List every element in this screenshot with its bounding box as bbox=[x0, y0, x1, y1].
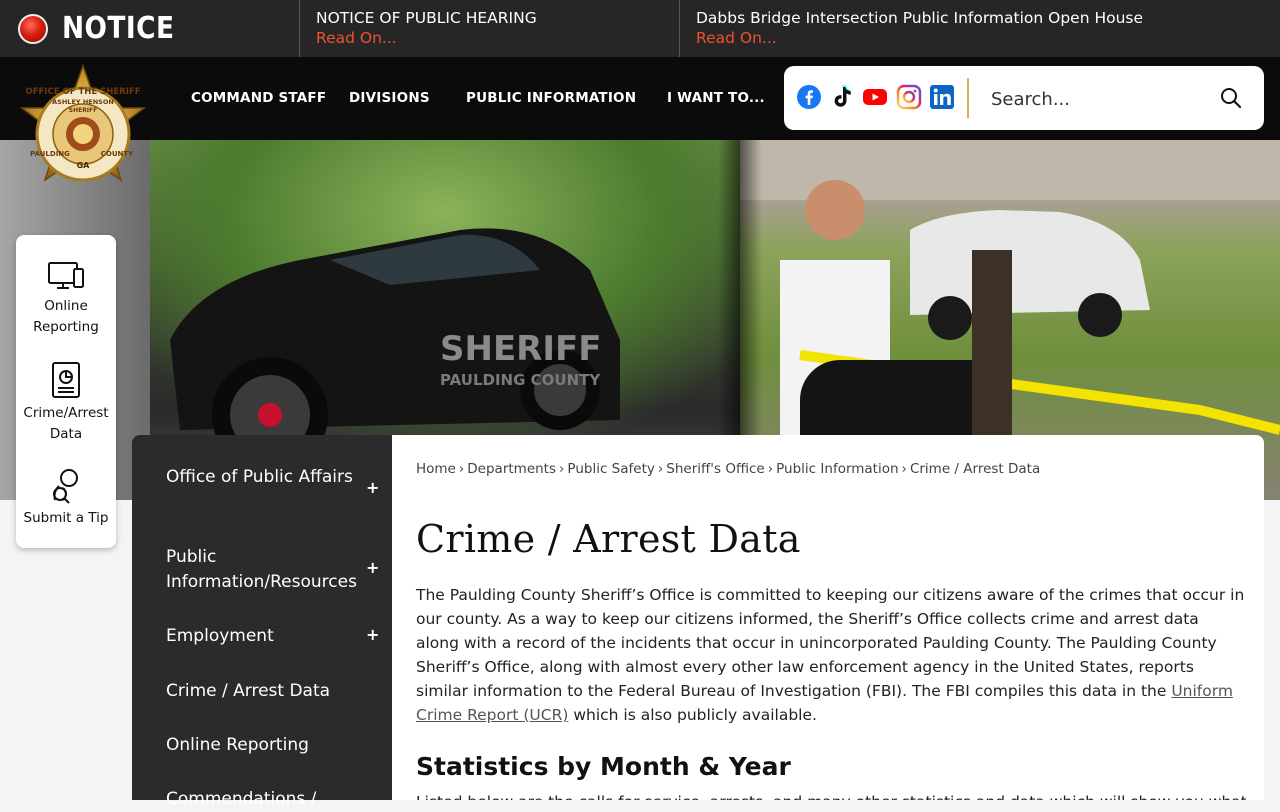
logo-left-text: PAULDING bbox=[30, 150, 70, 158]
statistics-heading: Statistics by Month & Year bbox=[416, 752, 791, 781]
logo-state-text: GA bbox=[77, 161, 91, 170]
breadcrumb-separator: › bbox=[458, 461, 465, 477]
sidenav-item-public-information-resources[interactable]: Public Information/Resources bbox=[166, 545, 366, 595]
quick-link-crime-arrest-data[interactable]: Crime/Arrest Data bbox=[16, 361, 116, 445]
page-title: Crime / Arrest Data bbox=[416, 517, 801, 561]
nav-public-information[interactable]: PUBLIC INFORMATION bbox=[466, 90, 636, 106]
instagram-icon[interactable] bbox=[896, 84, 922, 110]
sidenav-item-employment[interactable]: Employment bbox=[166, 624, 366, 649]
quick-link-submit-tip[interactable]: Submit a Tip bbox=[16, 466, 116, 529]
car-county-text: PAULDING COUNTY bbox=[440, 371, 601, 389]
search-panel bbox=[784, 66, 1264, 130]
side-navigation: Office of Public Affairs + Public Inform… bbox=[132, 435, 392, 809]
logo-right-text: COUNTY bbox=[101, 150, 134, 158]
sidenav-item-office-of-public-affairs[interactable]: Office of Public Affairs bbox=[166, 465, 366, 490]
logo-title-text: SHERIFF bbox=[69, 107, 98, 114]
notice-title: NOTICE bbox=[62, 11, 175, 46]
notice-item-title[interactable]: Dabbs Bridge Intersection Public Informa… bbox=[696, 8, 1280, 28]
expand-plus-icon[interactable]: + bbox=[366, 625, 379, 644]
quick-link-label[interactable]: Submit a Tip bbox=[16, 508, 116, 529]
site-header: COMMAND STAFF DIVISIONS PUBLIC INFORMATI… bbox=[0, 57, 1280, 140]
breadcrumb-separator: › bbox=[767, 461, 774, 477]
car-sheriff-text: SHERIFF bbox=[440, 329, 601, 369]
sidenav-item-online-reporting[interactable]: Online Reporting bbox=[166, 733, 366, 758]
breadcrumb-separator: › bbox=[901, 461, 907, 477]
nav-command-staff[interactable]: COMMAND STAFF bbox=[191, 90, 326, 106]
logo-name-text: ASHLEY HENSON bbox=[52, 98, 114, 106]
breadcrumb-public-safety[interactable]: Public Safety bbox=[567, 461, 654, 477]
notice-item-title[interactable]: NOTICE OF PUBLIC HEARING bbox=[316, 8, 679, 28]
breadcrumb: Home › Departments › Public Safety › Sheriff's… bbox=[416, 461, 1040, 477]
tiktok-icon[interactable] bbox=[829, 84, 855, 110]
sidenav-item-crime-arrest-data[interactable]: Crime / Arrest Data bbox=[166, 679, 366, 704]
expand-plus-icon[interactable]: + bbox=[366, 558, 379, 577]
breadcrumb-sheriffs-office[interactable]: Sheriff's Office bbox=[666, 461, 764, 477]
notice-item-2[interactable]: Dabbs Bridge Intersection Public Informa… bbox=[680, 0, 1280, 57]
tip-magnifier-icon bbox=[53, 469, 78, 504]
statistics-paragraph: Listed below are the calls for service, … bbox=[416, 790, 1246, 800]
sheriff-badge-logo[interactable]: OFFICE OF THE SHERIFF ASHLEY HENSON SHER… bbox=[14, 63, 152, 200]
youtube-icon[interactable] bbox=[862, 84, 888, 110]
main-content: Home › Departments › Public Safety › Sheriff's… bbox=[392, 435, 1264, 800]
intro-text: The Paulding County Sheriff’s Office is … bbox=[416, 586, 1245, 700]
notice-read-on-link[interactable]: Read On... bbox=[316, 28, 679, 48]
breadcrumb-departments[interactable]: Departments bbox=[467, 461, 556, 477]
quick-link-label[interactable]: Online Reporting bbox=[16, 296, 116, 338]
quick-link-label[interactable]: Crime/Arrest Data bbox=[16, 403, 116, 445]
logo-top-text: OFFICE OF THE SHERIFF bbox=[25, 87, 140, 97]
notice-bar: NOTICE NOTICE OF PUBLIC HEARING Read On.… bbox=[0, 0, 1280, 57]
intro-paragraph: The Paulding County Sheriff’s Office is … bbox=[416, 583, 1246, 727]
breadcrumb-current[interactable]: Crime / Arrest Data bbox=[910, 461, 1040, 477]
breadcrumb-separator: › bbox=[559, 461, 565, 477]
quick-link-online-reporting[interactable]: Online Reporting bbox=[16, 260, 116, 338]
notice-item-1[interactable]: NOTICE OF PUBLIC HEARING Read On... bbox=[300, 0, 680, 57]
expand-plus-icon[interactable]: + bbox=[366, 478, 379, 497]
sheriff-car-image: SHERIFF PAULDING COUNTY bbox=[170, 228, 620, 450]
notice-read-on-link[interactable]: Read On... bbox=[696, 28, 1280, 48]
breadcrumb-public-information[interactable]: Public Information bbox=[776, 461, 898, 477]
search-divider bbox=[967, 78, 969, 118]
document-report-icon bbox=[52, 362, 80, 398]
nav-i-want-to[interactable]: I WANT TO... bbox=[667, 90, 765, 106]
search-input[interactable] bbox=[989, 80, 1193, 118]
nav-divisions[interactable]: DIVISIONS bbox=[349, 90, 430, 106]
breadcrumb-home[interactable]: Home bbox=[416, 461, 456, 477]
linkedin-icon[interactable] bbox=[929, 84, 955, 110]
facebook-icon[interactable] bbox=[796, 84, 822, 110]
notice-label: NOTICE bbox=[0, 0, 300, 57]
notice-alert-icon bbox=[18, 13, 48, 44]
search-icon[interactable] bbox=[1220, 87, 1242, 109]
intro-text-end: which is also publicly available. bbox=[568, 706, 817, 724]
breadcrumb-separator: › bbox=[657, 461, 664, 477]
computer-monitor-icon bbox=[48, 262, 84, 289]
quick-links-panel: Online Reporting Crime/Arrest Data Submi… bbox=[16, 235, 116, 548]
